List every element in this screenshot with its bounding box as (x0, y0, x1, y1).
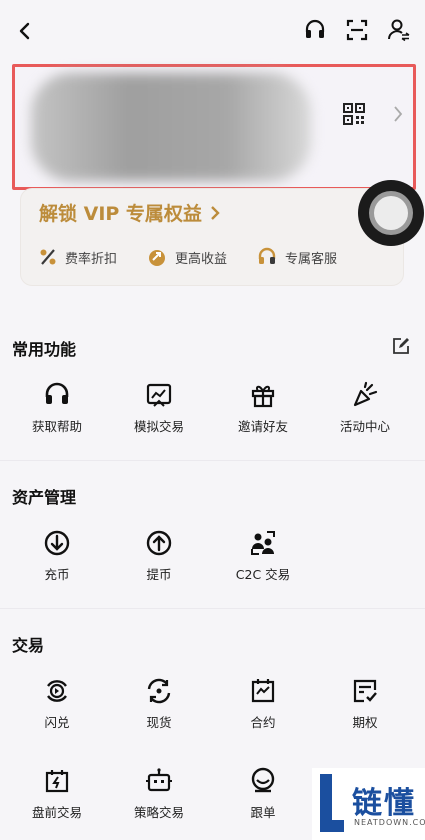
yield-icon (149, 250, 166, 266)
trade-title: 交易 (12, 636, 45, 655)
activity-center-item[interactable]: 活动中心 (320, 380, 410, 435)
section-divider (0, 460, 425, 461)
vip-benefit-label: 费率折扣 (65, 251, 118, 267)
vip-title[interactable]: 解锁 VIP 专属权益 (39, 199, 220, 226)
spot-item[interactable]: 现货 (114, 676, 204, 731)
bot-icon (144, 766, 174, 796)
deposit-label: 充币 (44, 567, 70, 582)
simulated-trade-icon (144, 380, 174, 410)
simulated-trade-item[interactable]: 模拟交易 (114, 380, 204, 435)
chevron-right-icon (211, 205, 220, 220)
get-help-label: 获取帮助 (31, 419, 82, 434)
flash-swap-label: 闪兑 (44, 715, 70, 730)
back-button[interactable] (14, 20, 36, 42)
section-divider (0, 608, 425, 609)
asset-management-title: 资产管理 (12, 488, 77, 507)
withdraw-icon (144, 528, 174, 558)
headset-icon (258, 247, 276, 264)
c2c-trade-item[interactable]: C2C 交易 (218, 528, 308, 583)
futures-icon (248, 676, 278, 706)
user-switch-icon[interactable] (387, 18, 411, 42)
watermark-logo (320, 774, 344, 832)
withdraw-label: 提币 (146, 567, 172, 582)
qr-code-icon[interactable] (343, 103, 365, 125)
top-bar (0, 0, 425, 62)
vip-benefit-higher-yield: 更高收益 (147, 247, 227, 267)
pre-market-icon (42, 766, 72, 796)
watermark-text: 链懂 (352, 786, 416, 821)
flash-swap-icon (42, 676, 72, 706)
vip-benefit-fee-discount: 费率折扣 (39, 247, 117, 267)
profile-card[interactable] (12, 64, 416, 190)
get-help-item[interactable]: 获取帮助 (12, 380, 102, 435)
watermark-subtext: NEATDOWN.COM (354, 818, 425, 827)
scan-icon[interactable] (345, 18, 369, 42)
chevron-right-icon[interactable] (393, 105, 403, 127)
futures-label: 合约 (250, 715, 276, 730)
percent-icon (40, 249, 56, 265)
activity-center-label: 活动中心 (339, 419, 390, 434)
options-label: 期权 (352, 715, 378, 730)
vip-benefit-label: 更高收益 (175, 251, 228, 267)
blurred-user-info (31, 73, 311, 181)
copy-trade-label: 跟单 (250, 805, 276, 820)
flash-swap-item[interactable]: 闪兑 (12, 676, 102, 731)
vip-benefit-label: 专属客服 (285, 251, 338, 267)
gift-icon (248, 380, 278, 410)
edit-icon[interactable] (391, 336, 411, 356)
pre-market-label: 盘前交易 (31, 805, 82, 820)
deposit-item[interactable]: 充币 (12, 528, 102, 583)
pre-market-item[interactable]: 盘前交易 (12, 766, 102, 821)
copy-trade-item[interactable]: 跟单 (218, 766, 308, 821)
watermark: 链懂 NEATDOWN.COM (312, 768, 425, 840)
spot-icon (144, 676, 174, 706)
invite-friends-label: 邀请好友 (237, 419, 288, 434)
headset-icon (42, 380, 72, 410)
vip-title-text: 解锁 VIP 专属权益 (39, 203, 202, 225)
deposit-icon (42, 528, 72, 558)
spot-label: 现货 (146, 715, 172, 730)
options-item[interactable]: 期权 (320, 676, 410, 731)
invite-friends-item[interactable]: 邀请好友 (218, 380, 308, 435)
floating-assistive-button[interactable] (358, 180, 424, 246)
vip-card[interactable]: 解锁 VIP 专属权益 费率折扣 更高收益 专属客服 (20, 188, 404, 286)
withdraw-item[interactable]: 提币 (114, 528, 204, 583)
c2c-trade-label: C2C 交易 (235, 567, 291, 582)
simulated-trade-label: 模拟交易 (133, 419, 184, 434)
common-functions-title: 常用功能 (12, 340, 77, 359)
headset-icon[interactable] (303, 18, 327, 42)
copy-trade-icon (248, 766, 278, 796)
party-popper-icon (350, 380, 380, 410)
futures-item[interactable]: 合约 (218, 676, 308, 731)
strategy-trade-item[interactable]: 策略交易 (114, 766, 204, 821)
strategy-trade-label: 策略交易 (133, 805, 184, 820)
vip-benefit-dedicated-service: 专属客服 (257, 247, 337, 267)
options-icon (350, 676, 380, 706)
c2c-icon (248, 528, 278, 558)
